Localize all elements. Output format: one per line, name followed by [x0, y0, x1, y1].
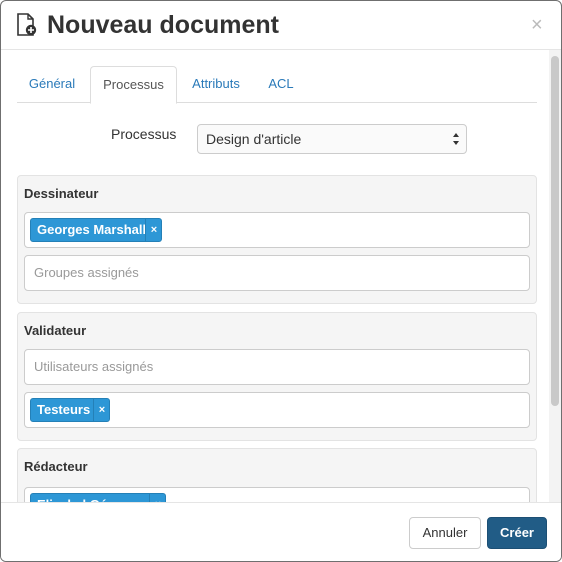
- select-arrows-icon: [452, 129, 460, 149]
- assigned-users-field[interactable]: Elisabel Géraume ×: [24, 487, 530, 502]
- field-placeholder: Groupes assignés: [34, 265, 139, 280]
- remove-chip-icon[interactable]: ×: [93, 399, 110, 421]
- create-button[interactable]: Créer: [487, 517, 547, 549]
- chip-label: Testeurs: [37, 402, 91, 417]
- role-panel-redacteur: Rédacteur Elisabel Géraume ×: [17, 448, 537, 502]
- chip-label: Elisabel Géraume: [31, 494, 152, 502]
- close-icon[interactable]: ×: [531, 13, 543, 37]
- remove-chip-icon[interactable]: ×: [145, 219, 162, 241]
- role-title: Validateur: [24, 323, 87, 338]
- assigned-groups-field[interactable]: Testeurs ×: [24, 392, 530, 428]
- group-chip: Testeurs ×: [30, 398, 110, 422]
- process-select-value: Design d'article: [206, 131, 302, 147]
- assigned-users-field[interactable]: Georges Marshall ×: [24, 212, 530, 248]
- process-select[interactable]: Design d'article: [197, 124, 467, 154]
- scrollbar-thumb[interactable]: [551, 56, 559, 406]
- dialog-body: Général Processus Attributs ACL Processu…: [1, 50, 561, 502]
- tab-general[interactable]: Général: [17, 66, 87, 102]
- role-title: Dessinateur: [24, 186, 99, 201]
- tab-bar: Général Processus Attributs ACL: [17, 66, 537, 104]
- user-chip: Elisabel Géraume ×: [30, 493, 166, 502]
- tab-attributs[interactable]: Attributs: [183, 66, 249, 102]
- tab-processus[interactable]: Processus: [90, 66, 177, 104]
- new-document-dialog: Nouveau document × Général Processus Att…: [0, 0, 562, 562]
- process-label: Processus: [111, 126, 177, 142]
- assigned-users-field[interactable]: Utilisateurs assignés: [24, 349, 530, 385]
- assigned-groups-field[interactable]: Groupes assignés: [24, 255, 530, 291]
- dialog-footer: Annuler Créer: [1, 502, 561, 561]
- chip-label: Georges Marshall: [37, 222, 147, 237]
- role-panel-validateur: Validateur Utilisateurs assignés Testeur…: [17, 312, 537, 441]
- new-document-icon: [16, 13, 38, 37]
- role-panel-dessinateur: Dessinateur Georges Marshall × Groupes a…: [17, 175, 537, 304]
- tab-acl[interactable]: ACL: [259, 66, 303, 102]
- remove-chip-icon[interactable]: ×: [149, 494, 166, 502]
- role-title: Rédacteur: [24, 459, 88, 474]
- cancel-button[interactable]: Annuler: [409, 517, 481, 549]
- user-chip: Georges Marshall ×: [30, 218, 162, 242]
- dialog-title: Nouveau document: [47, 11, 279, 39]
- field-placeholder: Utilisateurs assignés: [34, 359, 154, 374]
- dialog-header: Nouveau document ×: [1, 1, 561, 50]
